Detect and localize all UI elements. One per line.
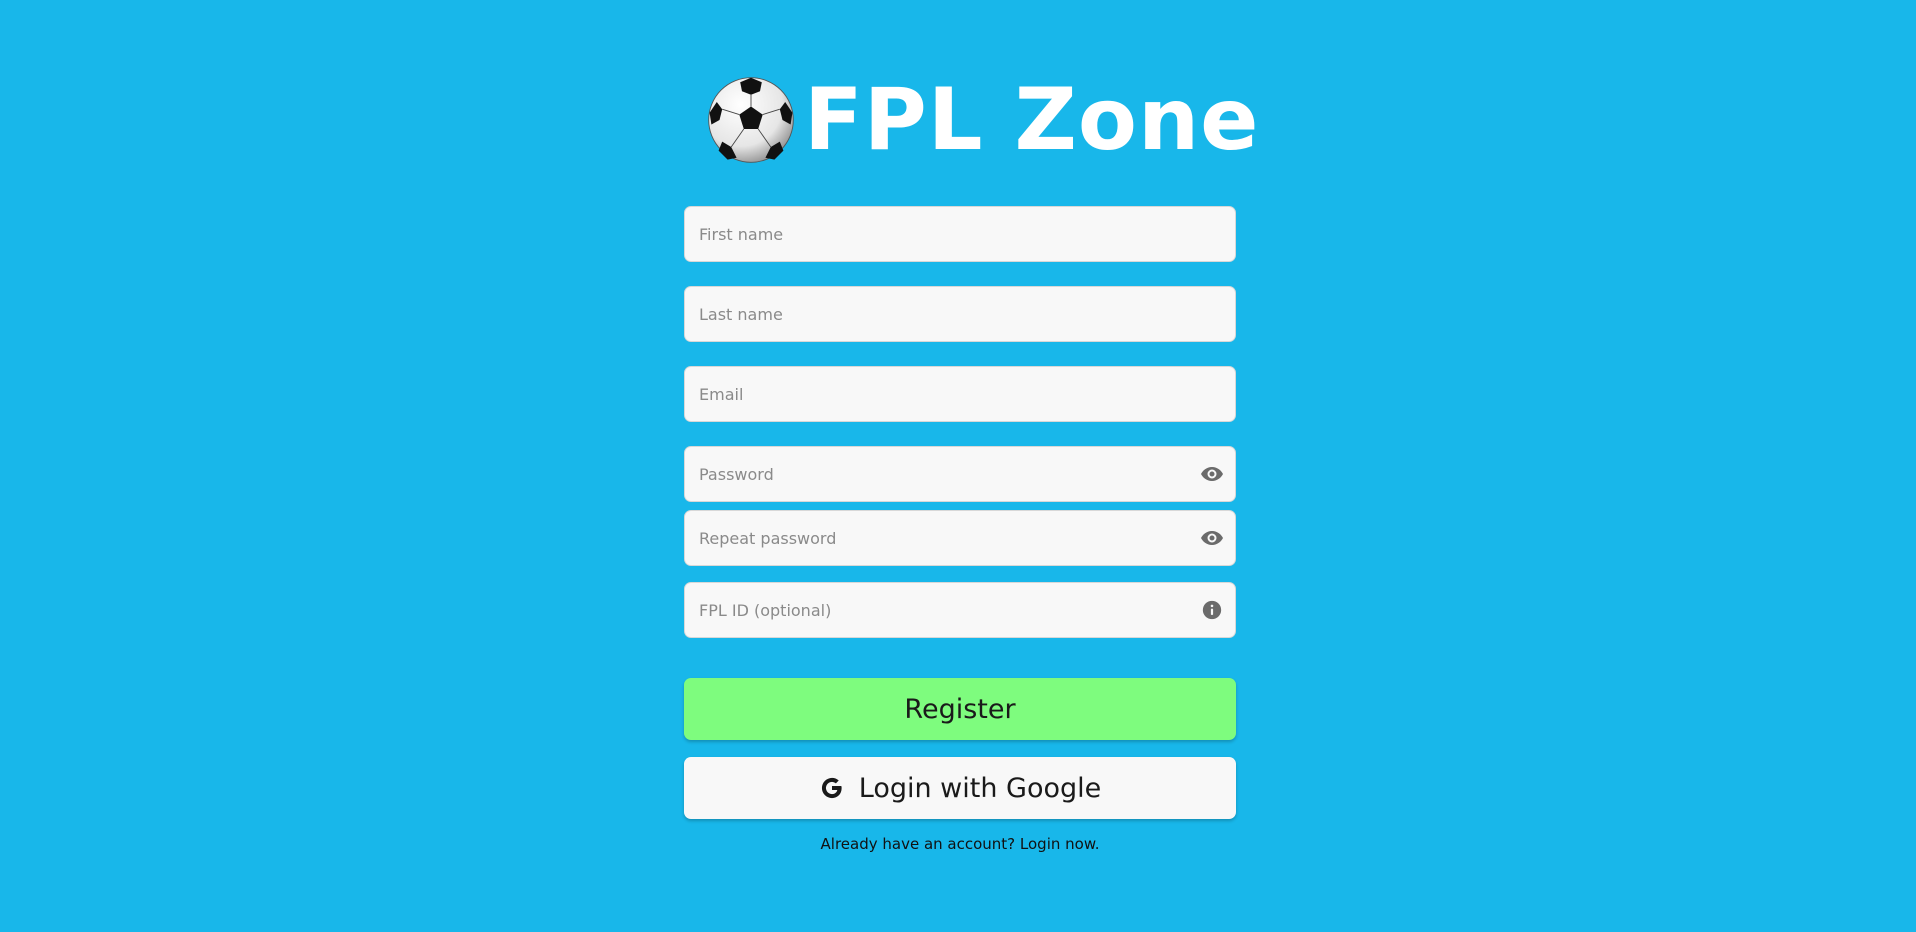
- register-button-label: Register: [904, 693, 1016, 725]
- brand-header: FPL Zone: [706, 70, 1260, 170]
- first-name-field[interactable]: [684, 206, 1236, 262]
- password-field[interactable]: [684, 446, 1236, 502]
- login-now-link[interactable]: Already have an account? Login now.: [684, 835, 1236, 853]
- eye-icon: [1201, 467, 1223, 481]
- fpl-id-field[interactable]: [684, 582, 1236, 638]
- last-name-field[interactable]: [684, 286, 1236, 342]
- last-name-input[interactable]: [685, 287, 1235, 341]
- google-button-label: Login with Google: [858, 772, 1102, 804]
- fpl-id-input[interactable]: [685, 583, 1235, 637]
- register-page: FPL Zone First name Last name Email FPL …: [0, 0, 1916, 932]
- eye-icon: [1201, 531, 1223, 545]
- app-title: FPL Zone: [804, 70, 1260, 170]
- google-g-icon: [821, 777, 842, 799]
- repeat-password-input[interactable]: [685, 511, 1235, 565]
- repeat-password-visibility-toggle[interactable]: [1199, 525, 1225, 551]
- email-field[interactable]: [684, 366, 1236, 422]
- soccer-ball-icon: [708, 77, 794, 163]
- repeat-password-field[interactable]: [684, 510, 1236, 566]
- email-input[interactable]: [685, 367, 1235, 421]
- login-with-google-button[interactable]: Login with Google: [684, 757, 1236, 819]
- info-icon: [1202, 600, 1222, 620]
- password-input[interactable]: [685, 447, 1235, 501]
- first-name-input[interactable]: [685, 207, 1235, 261]
- register-button[interactable]: Register: [684, 678, 1236, 740]
- password-visibility-toggle[interactable]: [1199, 461, 1225, 487]
- fpl-id-info-button[interactable]: [1199, 597, 1225, 623]
